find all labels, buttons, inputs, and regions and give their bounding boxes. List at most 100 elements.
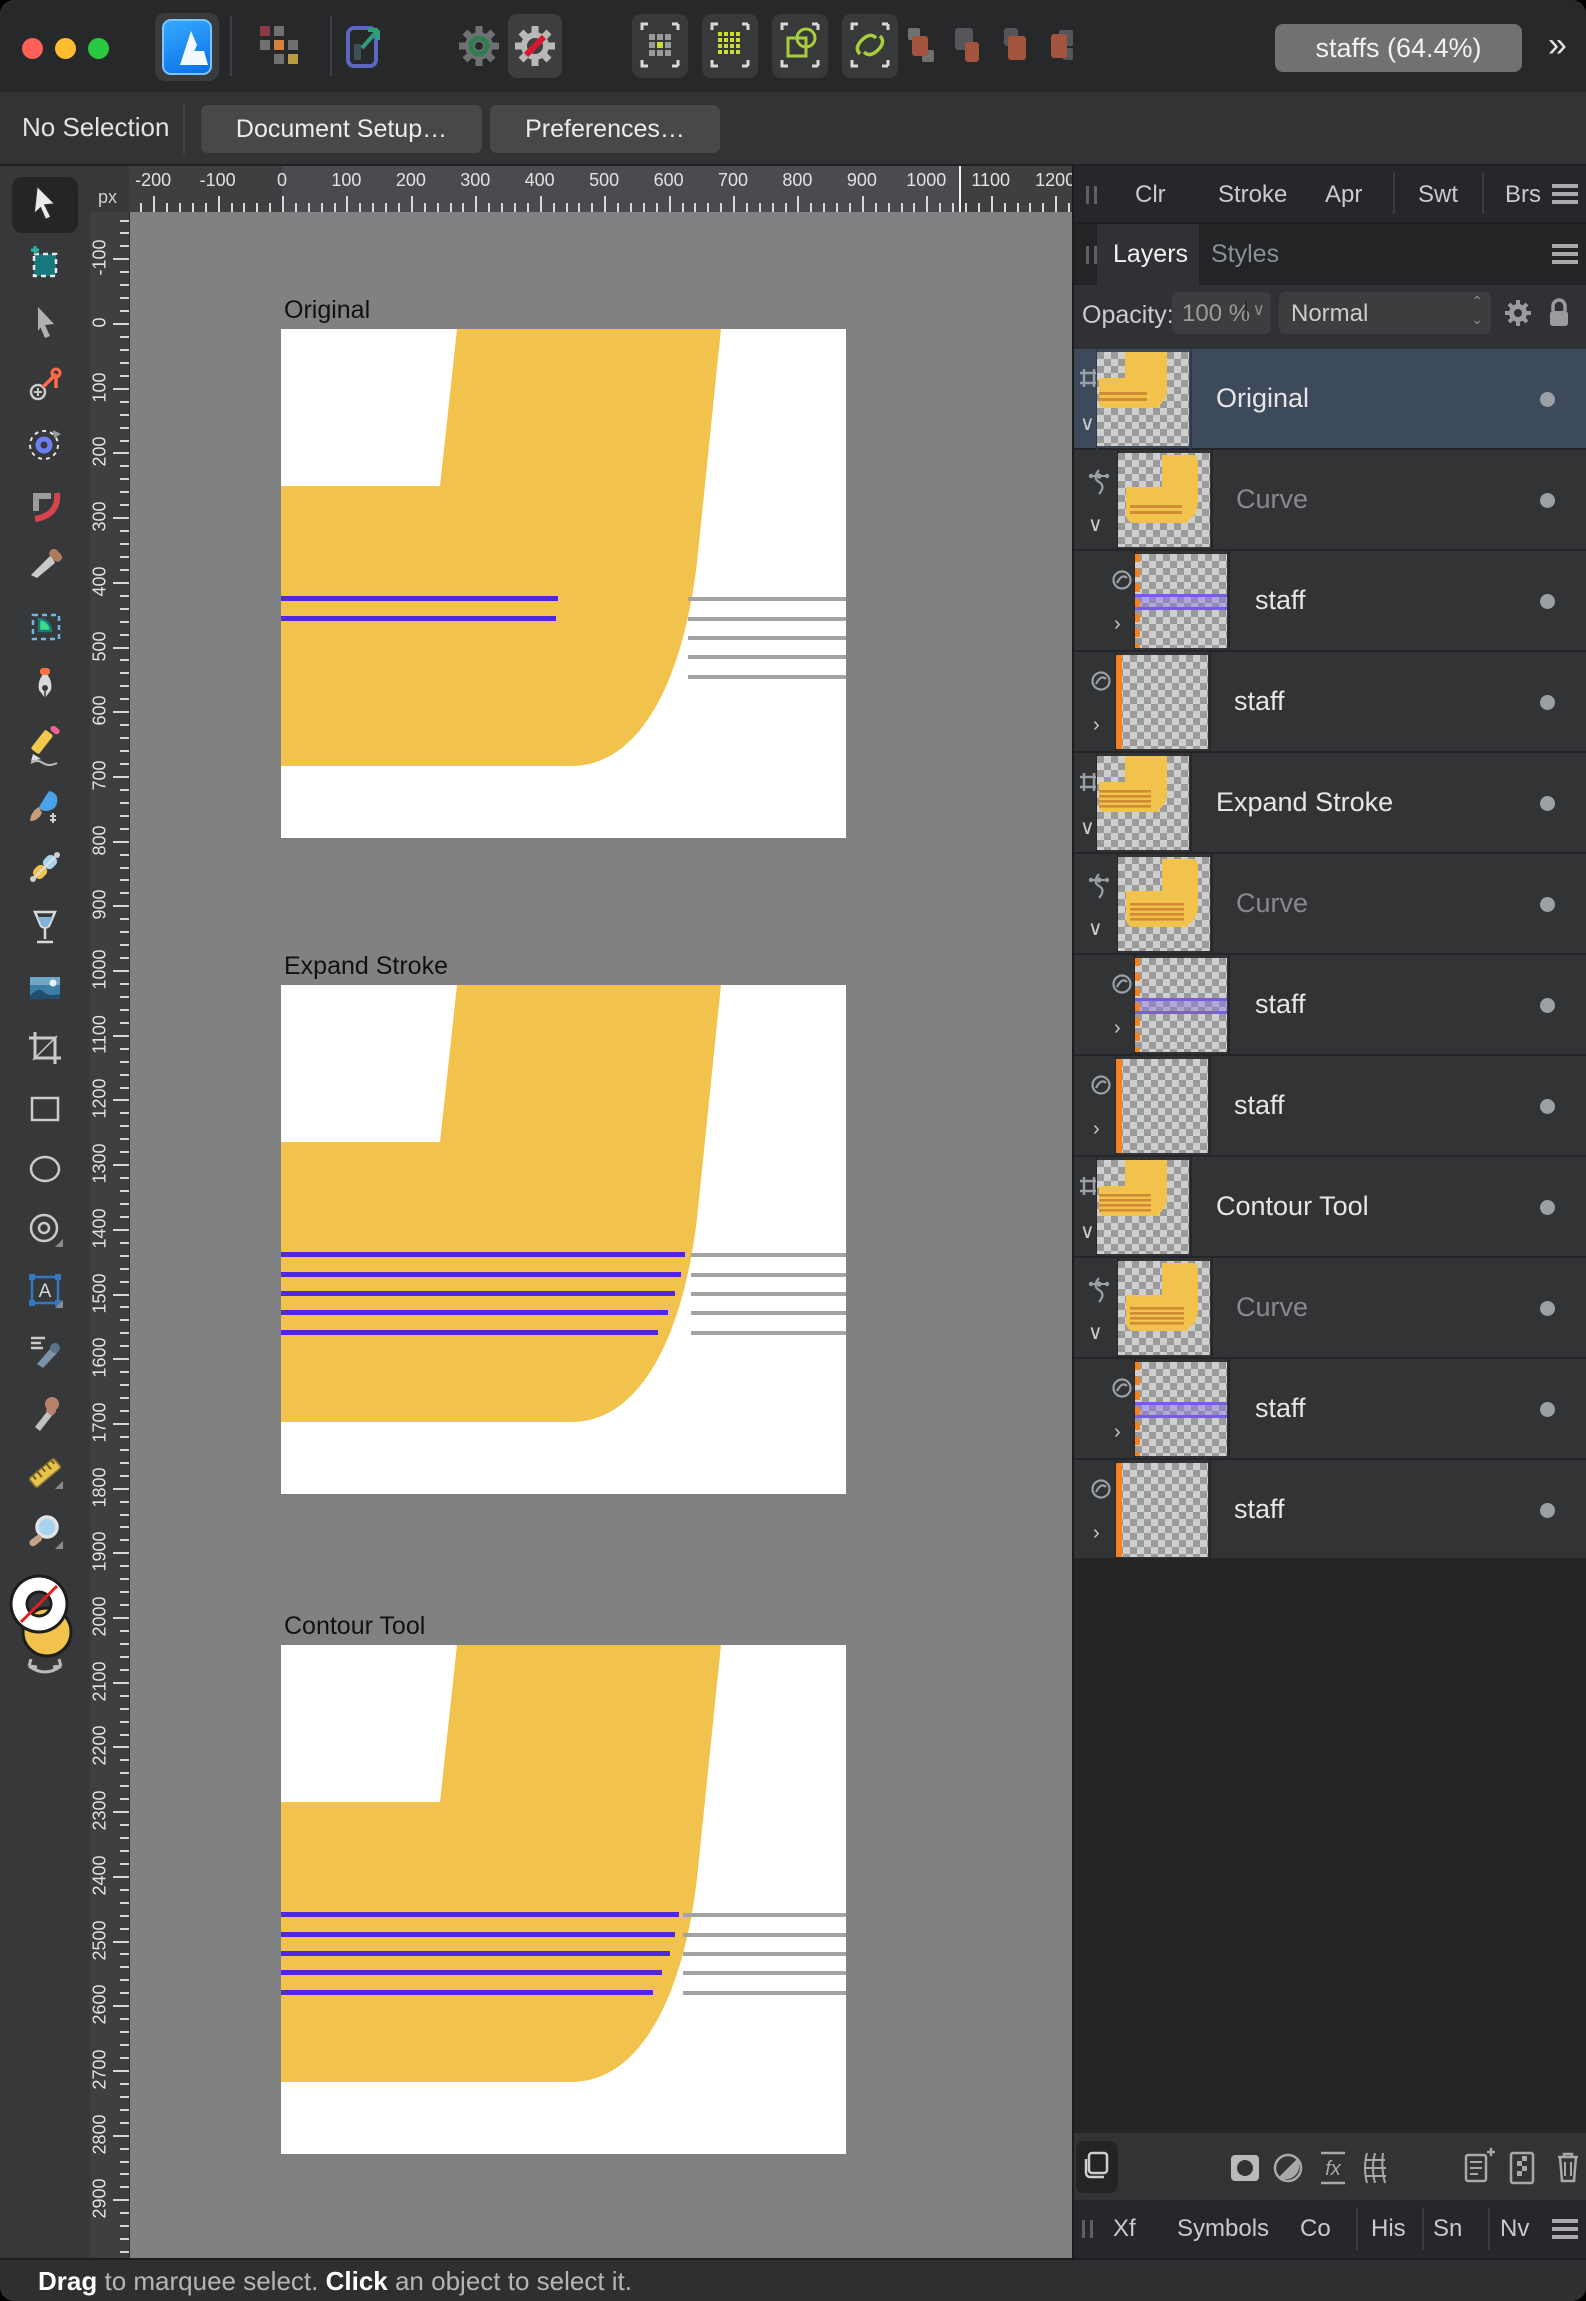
bottom-menu-icon[interactable]	[1552, 2219, 1578, 2239]
move-forward-button[interactable]	[945, 14, 989, 78]
pixel-persona-button[interactable]	[250, 14, 306, 78]
layer-row-staff[interactable]: › staff	[1074, 652, 1586, 753]
tab-layers[interactable]: Layers	[1097, 224, 1199, 285]
rectangle-tool[interactable]	[12, 1083, 78, 1139]
point-transform-tool[interactable]	[12, 358, 78, 414]
artboard-tool[interactable]	[12, 237, 78, 293]
tab-transform[interactable]: Xf	[1113, 2215, 1136, 2243]
ellipse-tool[interactable]	[12, 1143, 78, 1199]
tab-brushes[interactable]: Brs	[1505, 181, 1541, 209]
layer-thumbnail[interactable]	[1118, 453, 1210, 547]
layer-visibility-dot[interactable]	[1540, 998, 1555, 1013]
layer-visibility-dot[interactable]	[1540, 695, 1555, 710]
delete-layer-button[interactable]	[1547, 2141, 1586, 2193]
artboard-contour-tool[interactable]	[281, 1645, 846, 2154]
layer-thumbnail[interactable]	[1116, 1059, 1208, 1153]
layer-row-staff[interactable]: › staff	[1074, 955, 1586, 1056]
layer-thumbnail[interactable]	[1135, 554, 1227, 648]
chevron-collapsed-icon[interactable]: ›	[1114, 613, 1121, 636]
vertical-ruler[interactable]: -100 0 100 200 300 400 500 600 700 800 900 1000 1100…	[90, 212, 129, 2258]
export-persona-button[interactable]	[336, 14, 392, 78]
snap-curves-button[interactable]	[842, 14, 898, 78]
layer-thumbnail[interactable]	[1116, 655, 1208, 749]
corner-tool[interactable]	[12, 479, 78, 535]
layer-visibility-dot[interactable]	[1540, 1301, 1555, 1316]
layer-row-expand-stroke[interactable]: ∨ Expand Stroke	[1074, 753, 1586, 854]
layer-row-staff[interactable]: › staff	[1074, 1359, 1586, 1460]
tab-appearance[interactable]: Apr	[1325, 181, 1362, 209]
contour-tool[interactable]	[12, 419, 78, 475]
layer-thumbnail[interactable]	[1118, 857, 1210, 951]
chevron-collapsed-icon[interactable]: ›	[1093, 714, 1100, 737]
chevron-expanded-icon[interactable]: ∨	[1088, 1320, 1103, 1345]
chevron-collapsed-icon[interactable]: ›	[1093, 1522, 1100, 1545]
tab-history[interactable]: His	[1371, 2215, 1406, 2243]
blend-mode-select[interactable]: Normal ⌃ ⌄	[1279, 292, 1491, 334]
transparency-tool[interactable]	[12, 902, 78, 958]
artboard-label[interactable]: Expand Stroke	[284, 952, 448, 981]
layer-visibility-dot[interactable]	[1540, 1200, 1555, 1215]
layer-thumbnail[interactable]	[1097, 352, 1189, 446]
pencil-tool[interactable]	[12, 721, 78, 777]
crop-tool[interactable]	[12, 1023, 78, 1079]
artboard-label[interactable]: Original	[284, 296, 370, 325]
panel-grip[interactable]	[1086, 186, 1102, 204]
chevron-collapsed-icon[interactable]: ›	[1114, 1421, 1121, 1444]
vector-brush-tool[interactable]	[12, 781, 78, 837]
knife-tool[interactable]	[12, 539, 78, 595]
selection-brush-tool[interactable]	[12, 600, 78, 656]
layer-row-curve[interactable]: ∨ Curve	[1074, 854, 1586, 955]
document-title[interactable]: staffs (64.4%)	[1275, 24, 1522, 72]
tab-snapshots[interactable]: Sn	[1433, 2215, 1462, 2243]
artboard-label[interactable]: Contour Tool	[284, 1612, 425, 1641]
chevron-expanded-icon[interactable]: ∨	[1088, 916, 1103, 941]
chevron-expanded-icon[interactable]: ∨	[1080, 411, 1095, 436]
tab-constraints[interactable]: Co	[1300, 2215, 1331, 2243]
layer-row-staff[interactable]: › staff	[1074, 1056, 1586, 1157]
preferences-button[interactable]: Preferences…	[490, 105, 720, 153]
edit-all-layers-button[interactable]	[1076, 2141, 1118, 2193]
layer-thumbnail[interactable]	[1116, 1463, 1208, 1557]
layers-menu-icon[interactable]	[1552, 244, 1578, 264]
layer-visibility-dot[interactable]	[1540, 897, 1555, 912]
layer-visibility-dot[interactable]	[1540, 796, 1555, 811]
layer-row-original[interactable]: ∨ Original	[1074, 349, 1586, 450]
add-layer-button[interactable]	[1457, 2141, 1499, 2193]
layer-visibility-dot[interactable]	[1540, 392, 1555, 407]
style-picker-tool[interactable]	[12, 1325, 78, 1381]
add-pixel-layer-button[interactable]	[1501, 2141, 1543, 2193]
shapes-tool[interactable]	[12, 1204, 78, 1260]
layer-row-curve[interactable]: ∨ Curve	[1074, 1258, 1586, 1359]
color-picker-tool[interactable]	[12, 1385, 78, 1441]
zoom-tool[interactable]	[12, 1506, 78, 1562]
chevron-collapsed-icon[interactable]: ›	[1093, 1118, 1100, 1141]
pen-tool[interactable]	[12, 660, 78, 716]
snap-geometry-button[interactable]	[772, 14, 828, 78]
chevron-expanded-icon[interactable]: ∨	[1080, 1219, 1095, 1244]
move-backward-button[interactable]	[992, 14, 1036, 78]
snap-whole-pixels-button[interactable]	[702, 14, 758, 78]
tab-styles[interactable]: Styles	[1211, 240, 1279, 269]
mask-layer-button[interactable]	[1224, 2141, 1266, 2193]
tab-stroke[interactable]: Stroke	[1218, 181, 1287, 209]
panel-grip[interactable]	[1082, 2220, 1098, 2238]
layer-thumbnail[interactable]	[1118, 1261, 1210, 1355]
toolbar-overflow-chevron[interactable]: »	[1548, 26, 1567, 65]
zoom-window-button[interactable]	[88, 38, 109, 59]
chevron-expanded-icon[interactable]: ∨	[1080, 815, 1095, 840]
layer-settings-gear-icon[interactable]	[1502, 295, 1534, 336]
artboard-original[interactable]	[281, 329, 846, 838]
minimize-window-button[interactable]	[55, 38, 76, 59]
tab-navigator[interactable]: Nv	[1500, 2215, 1529, 2243]
layer-thumbnail[interactable]	[1097, 1160, 1189, 1254]
layer-visibility-dot[interactable]	[1540, 493, 1555, 508]
chevron-expanded-icon[interactable]: ∨	[1088, 512, 1103, 537]
gear-enabled-button[interactable]	[452, 14, 506, 78]
layer-visibility-dot[interactable]	[1540, 1099, 1555, 1114]
layer-row-curve[interactable]: ∨ Curve	[1074, 450, 1586, 551]
layer-row-contour-tool[interactable]: ∨ Contour Tool	[1074, 1157, 1586, 1258]
lock-icon[interactable]	[1546, 295, 1572, 336]
move-to-front-button[interactable]	[898, 14, 942, 78]
chevron-collapsed-icon[interactable]: ›	[1114, 1017, 1121, 1040]
move-tool[interactable]	[12, 177, 78, 233]
